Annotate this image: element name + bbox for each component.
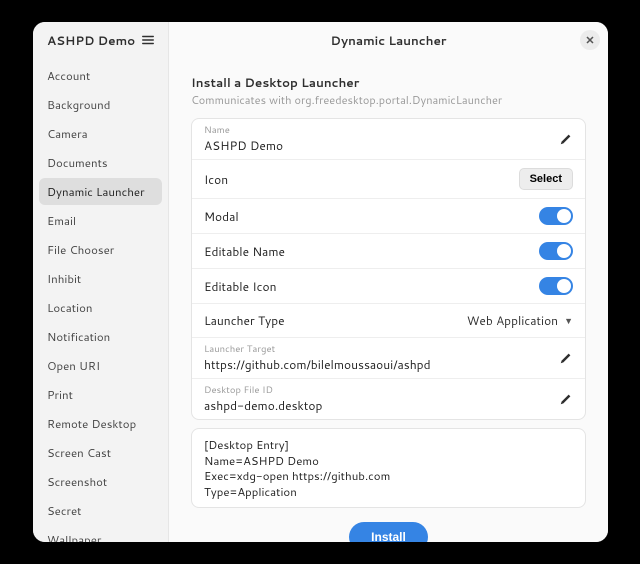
launcher-target-label: Launcher Target [204, 343, 559, 356]
sidebar-item-label: Email [47, 212, 76, 229]
sidebar-item-print[interactable]: Print [39, 381, 162, 408]
pencil-icon [559, 351, 573, 365]
editable-icon-label: Editable Icon [204, 278, 539, 295]
sidebar-item-label: Print [47, 386, 73, 403]
modal-row: Modal [192, 199, 585, 234]
sidebar-item-location[interactable]: Location [39, 294, 162, 321]
sidebar-item-camera[interactable]: Camera [39, 120, 162, 147]
sidebar-item-label: Camera [47, 125, 88, 142]
sidebar-item-inhibit[interactable]: Inhibit [39, 265, 162, 292]
sidebar-header: ASHPD Demo [33, 22, 168, 58]
hamburger-icon [141, 33, 155, 47]
sidebar-list: Account Background Camera Documents Dynamic … [33, 58, 168, 542]
close-button[interactable]: ✕ [580, 30, 600, 50]
icon-field-label: Icon [204, 171, 519, 188]
editable-name-label: Editable Name [204, 243, 539, 260]
sidebar-item-label: Notification [47, 328, 110, 345]
section-subtitle: Communicates with org.freedesktop.portal… [191, 92, 586, 108]
content: Install a Desktop Launcher Communicates … [169, 58, 608, 542]
menu-button[interactable] [136, 28, 160, 52]
close-icon: ✕ [585, 32, 594, 48]
sidebar-item-label: Location [47, 299, 92, 316]
sidebar-item-label: Wallpaper [47, 531, 101, 542]
sidebar-item-documents[interactable]: Documents [39, 149, 162, 176]
sidebar-item-label: File Chooser [47, 241, 114, 258]
install-button[interactable]: Install [349, 522, 428, 542]
desktop-file-id-value: ashpd-demo.desktop [204, 397, 559, 414]
sidebar-item-secret[interactable]: Secret [39, 497, 162, 524]
sidebar-item-label: Documents [47, 154, 108, 171]
pencil-icon [559, 392, 573, 406]
sidebar-item-screenshot[interactable]: Screenshot [39, 468, 162, 495]
editable-icon-row: Editable Icon [192, 269, 585, 304]
sidebar-item-file-chooser[interactable]: File Chooser [39, 236, 162, 263]
app-window: ASHPD Demo Account Background Camera Docume… [33, 22, 608, 542]
sidebar-item-label: Remote Desktop [47, 415, 136, 432]
sidebar-item-background[interactable]: Background [39, 91, 162, 118]
sidebar-item-remote-desktop[interactable]: Remote Desktop [39, 410, 162, 437]
modal-toggle[interactable] [539, 207, 573, 225]
section-title: Install a Desktop Launcher [191, 74, 586, 91]
launcher-target-value: https://github.com/bilelmoussaoui/ashpd [204, 356, 559, 373]
sidebar-item-label: Account [47, 67, 90, 84]
editable-name-toggle[interactable] [539, 242, 573, 260]
sidebar-item-email[interactable]: Email [39, 207, 162, 234]
sidebar-item-label: Dynamic Launcher [47, 183, 145, 200]
install-row: Install [191, 522, 586, 542]
icon-row: Icon Select [192, 160, 585, 199]
icon-select-button[interactable]: Select [519, 168, 573, 190]
app-title: ASHPD Demo [47, 32, 135, 49]
editable-icon-toggle[interactable] [539, 277, 573, 295]
modal-label: Modal [204, 208, 539, 225]
sidebar-item-screen-cast[interactable]: Screen Cast [39, 439, 162, 466]
sidebar-item-label: Open URI [47, 357, 100, 374]
editable-name-row: Editable Name [192, 234, 585, 269]
sidebar-item-notification[interactable]: Notification [39, 323, 162, 350]
edit-name-button[interactable] [559, 132, 573, 146]
desktop-entry-textarea[interactable]: [Desktop Entry] Name=ASHPD Demo Exec=xdg… [191, 428, 586, 508]
sidebar-item-label: Screen Cast [47, 444, 111, 461]
name-row[interactable]: Name ASHPD Demo [192, 119, 585, 160]
desktop-file-id-row[interactable]: Desktop File ID ashpd-demo.desktop [192, 379, 585, 419]
form-card: Name ASHPD Demo Icon Select Modal [191, 118, 586, 420]
sidebar-item-account[interactable]: Account [39, 62, 162, 89]
pencil-icon [559, 132, 573, 146]
sidebar-item-label: Secret [47, 502, 82, 519]
page-title: Dynamic Launcher [331, 32, 447, 49]
launcher-type-row[interactable]: Launcher Type Web Application ▼ [192, 304, 585, 338]
edit-desktop-file-id-button[interactable] [559, 392, 573, 406]
desktop-file-id-label: Desktop File ID [204, 384, 559, 397]
sidebar-item-label: Inhibit [47, 270, 81, 287]
sidebar-item-dynamic-launcher[interactable]: Dynamic Launcher [39, 178, 162, 205]
launcher-type-label: Launcher Type [204, 312, 467, 329]
launcher-target-row[interactable]: Launcher Target https://github.com/bilel… [192, 338, 585, 379]
sidebar-item-open-uri[interactable]: Open URI [39, 352, 162, 379]
main-area: Dynamic Launcher ✕ Install a Desktop Lau… [169, 22, 608, 542]
name-field-value: ASHPD Demo [204, 137, 559, 154]
chevron-down-icon: ▼ [564, 314, 573, 327]
sidebar-item-label: Background [47, 96, 110, 113]
sidebar-item-label: Screenshot [47, 473, 107, 490]
sidebar-item-wallpaper[interactable]: Wallpaper [39, 526, 162, 542]
name-field-label: Name [204, 124, 559, 137]
main-header: Dynamic Launcher ✕ [169, 22, 608, 58]
sidebar: ASHPD Demo Account Background Camera Docume… [33, 22, 169, 542]
edit-launcher-target-button[interactable] [559, 351, 573, 365]
launcher-type-value: Web Application [467, 312, 558, 329]
